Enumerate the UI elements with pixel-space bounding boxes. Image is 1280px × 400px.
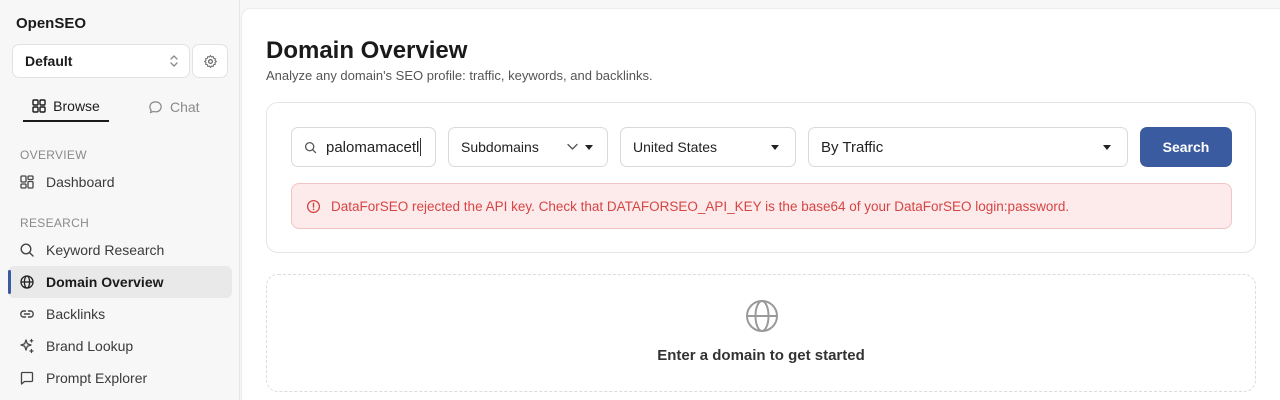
sidebar-item-domain-overview[interactable]: Domain Overview	[8, 266, 232, 298]
search-icon	[20, 243, 34, 257]
error-message: DataForSEO rejected the API key. Check t…	[331, 198, 1070, 214]
tab-chat[interactable]: Chat	[148, 92, 208, 122]
link-icon	[20, 310, 34, 318]
dashboard-icon	[20, 175, 34, 189]
sidebar-item-label: Brand Lookup	[46, 338, 134, 354]
chevron-down-icon	[567, 143, 578, 150]
section-label-research: RESEARCH	[20, 216, 90, 230]
country-select-value: United States	[633, 139, 718, 155]
sidebar-item-label: Dashboard	[46, 174, 115, 190]
caret-down-icon	[771, 145, 779, 150]
empty-state-card: Enter a domain to get started	[266, 274, 1256, 392]
empty-state-text: Enter a domain to get started	[657, 347, 865, 364]
sidebar-item-dashboard[interactable]: Dashboard	[8, 166, 232, 198]
sidebar: OpenSEO Default Browse Chat OVERVIEW Das…	[0, 0, 240, 400]
search-card: palomamacetl Subdomains United States By…	[266, 102, 1256, 253]
sidebar-item-backlinks[interactable]: Backlinks	[8, 298, 232, 330]
chat-bubble-icon	[149, 100, 162, 113]
chevrons-up-down-icon	[170, 55, 178, 67]
sidebar-tabs: Browse Chat	[12, 92, 228, 122]
subdomains-select[interactable]: Subdomains	[448, 127, 608, 167]
project-select-label: Default	[25, 53, 73, 69]
app-name: OpenSEO	[16, 15, 87, 32]
page-title: Domain Overview	[266, 37, 468, 64]
alert-circle-icon	[306, 199, 321, 213]
text-cursor	[420, 138, 422, 156]
sidebar-item-brand-lookup[interactable]: Brand Lookup	[8, 330, 232, 362]
page-subtitle: Analyze any domain's SEO profile: traffi…	[266, 68, 653, 83]
sparkles-icon	[20, 338, 34, 354]
message-square-icon	[20, 371, 34, 385]
search-icon	[304, 141, 317, 153]
caret-down-icon	[585, 145, 593, 150]
sidebar-item-label: Domain Overview	[46, 274, 164, 290]
caret-down-icon	[1103, 145, 1111, 150]
search-button[interactable]: Search	[1140, 127, 1232, 167]
section-label-overview: OVERVIEW	[20, 148, 87, 162]
globe-icon	[746, 300, 778, 332]
sidebar-item-keyword-research[interactable]: Keyword Research	[8, 234, 232, 266]
main-panel: Domain Overview Analyze any domain's SEO…	[241, 8, 1280, 400]
tab-chat-label: Chat	[170, 99, 200, 115]
sidebar-item-prompt-explorer[interactable]: Prompt Explorer	[8, 362, 232, 394]
domain-input[interactable]: palomamacetl	[291, 127, 436, 167]
app-root: OpenSEO Default Browse Chat OVERVIEW Das…	[0, 0, 1280, 400]
country-select[interactable]: United States	[620, 127, 796, 167]
sort-select[interactable]: By Traffic	[808, 127, 1128, 167]
layout-grid-icon	[32, 99, 46, 113]
project-select[interactable]: Default	[12, 44, 190, 78]
subdomains-select-value: Subdomains	[461, 139, 539, 155]
tab-browse-label: Browse	[53, 98, 100, 114]
domain-input-value: palomamacetl	[326, 138, 420, 156]
sidebar-item-label: Keyword Research	[46, 242, 165, 258]
sort-select-value: By Traffic	[821, 138, 884, 156]
gear-icon	[203, 54, 217, 68]
sidebar-item-label: Backlinks	[46, 306, 106, 322]
settings-button[interactable]	[192, 44, 228, 78]
sidebar-item-label: Prompt Explorer	[46, 370, 148, 386]
globe-icon	[20, 275, 34, 289]
tab-browse[interactable]: Browse	[23, 92, 109, 122]
error-alert: DataForSEO rejected the API key. Check t…	[291, 183, 1232, 229]
